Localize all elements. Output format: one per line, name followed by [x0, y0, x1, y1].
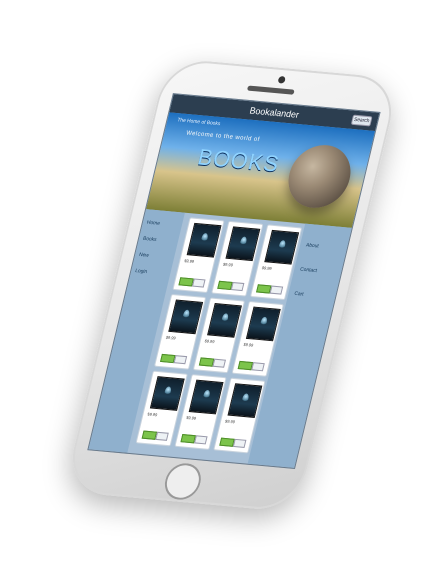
- right-nav-item[interactable]: Contact: [299, 267, 335, 276]
- top-search-button[interactable]: Search: [350, 114, 373, 127]
- hero-books-word: BOOKS: [195, 144, 283, 177]
- left-nav-item[interactable]: New: [138, 252, 171, 261]
- device-frame: Bookalander Search The Home of Books Wel…: [63, 57, 401, 513]
- book-price: $9.99: [183, 258, 195, 264]
- app-title: Bookalander: [248, 105, 301, 120]
- stone-sphere-image: [281, 142, 358, 211]
- book-price: $9.99: [224, 418, 236, 425]
- view-button[interactable]: [232, 438, 247, 448]
- hero-tagline: The Home of Books: [176, 117, 221, 128]
- view-button[interactable]: [251, 362, 265, 372]
- book-cover: [227, 383, 263, 418]
- hero-welcome: Welcome to the world of: [185, 130, 261, 144]
- view-button[interactable]: [173, 355, 188, 365]
- view-button[interactable]: [155, 431, 169, 441]
- content-area: Home Books New Login $9.99 $9.99 $9.99 $…: [88, 209, 352, 468]
- book-price: $9.99: [146, 411, 158, 418]
- left-nav-item[interactable]: Home: [146, 220, 179, 229]
- book-cover: [245, 306, 281, 342]
- book-cover: [188, 379, 224, 415]
- book-cover: [149, 376, 185, 411]
- front-camera: [277, 75, 286, 84]
- book-cover: [264, 229, 300, 265]
- home-button[interactable]: [161, 461, 205, 502]
- right-nav-item[interactable]: About: [305, 242, 341, 251]
- left-nav-item[interactable]: Books: [142, 236, 175, 245]
- book-price: $9.99: [222, 261, 234, 268]
- book-cover: [225, 226, 261, 262]
- book-price: $9.99: [204, 338, 216, 345]
- view-button[interactable]: [212, 358, 226, 368]
- book-price: $9.99: [261, 265, 273, 272]
- view-button[interactable]: [191, 278, 206, 288]
- speaker-grille: [246, 85, 295, 95]
- book-price: $9.99: [165, 334, 177, 341]
- book-price: $9.99: [185, 414, 197, 421]
- right-nav-item[interactable]: Cart: [294, 291, 330, 300]
- hero-banner: The Home of Books Welcome to the world o…: [146, 112, 376, 228]
- left-nav-item[interactable]: Login: [134, 268, 167, 277]
- view-button[interactable]: [269, 285, 284, 295]
- book-cover: [168, 299, 204, 335]
- phone-mockup: Bookalander Search The Home of Books Wel…: [0, 0, 446, 587]
- book-cover: [186, 222, 222, 258]
- book-price: $9.99: [242, 341, 254, 348]
- screen: Bookalander Search The Home of Books Wel…: [87, 93, 381, 470]
- view-button[interactable]: [230, 281, 245, 292]
- book-cover: [207, 303, 242, 338]
- view-button[interactable]: [194, 435, 208, 445]
